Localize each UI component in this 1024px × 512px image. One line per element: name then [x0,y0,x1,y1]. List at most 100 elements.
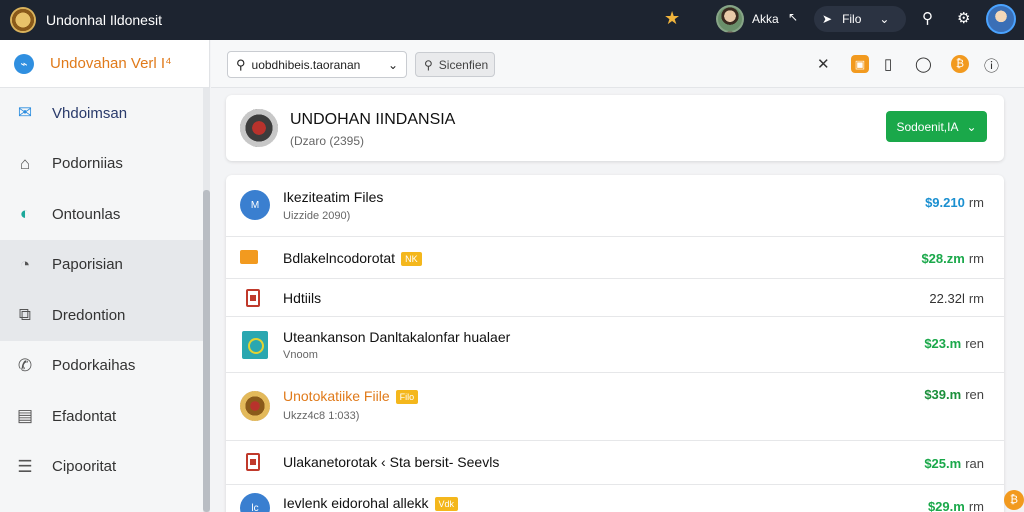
app-logo-icon: ⌁ [14,53,34,74]
page-subtitle: (Dzaro (2395) [290,134,365,148]
sidebar-item-vhdoimsan[interactable]: ✉ Vhdoimsan [0,88,209,139]
search-icon: ⚲ [424,57,433,72]
seal-logo-icon [10,7,36,33]
list-item-title: Hdtiils [283,290,322,306]
search-button-label: Sicenfien [438,57,489,72]
sidebar: ⌁ Undovahan Verl I⁴ ✉ Vhdoimsan ⌂ Podorn… [0,40,210,512]
sidebar-item-label: Paporisian [52,256,123,274]
user-avatar[interactable] [716,5,744,33]
list-item[interactable]: Unotokatiike Fiile Filo Ukzz4c8 1:033) $3… [226,373,1004,441]
user-name[interactable]: Akka [752,12,779,26]
list-item-title: Ievlenk eidorohal allekk Vdk [283,495,459,511]
toolbar: ⚲ ⌄ ⚲ Sicenfien ✕ ▣ ▯ ◯ ₿ ⓘ [211,40,1024,88]
list-item-value: $23.m ren [924,336,984,351]
file-icon[interactable]: ▯ [884,55,892,73]
list-icon: ☰ [17,456,33,476]
file-blue-icon: lc [240,493,270,512]
list-item[interactable]: Hdtiils 22.32l rm [226,279,1004,317]
sidebar-item-label: Ontounlas [52,205,121,223]
leaf-icon: ◐ [19,204,31,224]
top-bar: Undonhal Ildonesit ★ Akka ↖ ➤ Filo ⌄ ⚲ ⚙ [0,0,1024,40]
app-title: Undonhal Ildonesit [46,12,162,28]
star-icon[interactable]: ★ [664,8,680,29]
document-icon: ▤ [16,406,34,426]
info-icon[interactable]: ⓘ [984,55,999,76]
sidebar-item-label: Cipooritat [52,458,117,476]
list-item[interactable]: M Ikeziteatim Files Uizzide 2090) $9.210… [226,175,1004,237]
page-title: UNDOHAN IINDANSIA [290,111,456,128]
list-item-value: $28.zm rm [921,251,984,266]
home-icon: ⌂ [19,153,31,173]
list-item-title: Bdlakelncodorotat NK [283,250,422,266]
list-item-subtitle: Uizzide 2090) [283,210,351,222]
sidebar-item-cipooritat[interactable]: ☰ Cipooritat [0,442,209,493]
list-item-value: $29.m rm [927,499,984,512]
sidebar-item-label: Podorniias [52,155,123,173]
image-icon [242,331,268,359]
close-icon[interactable]: ✕ [817,55,830,73]
gear-icon[interactable]: ⚙ [957,9,970,27]
seal-icon [240,391,270,421]
coin-icon[interactable]: ₿ [1004,490,1024,510]
emblem-icon [240,109,278,147]
search-button[interactable]: ⚲ Sicenfien [415,52,495,77]
list-item[interactable]: Bdlakelncodorotat NK $28.zm rm [226,237,1004,279]
scrollbar-thumb[interactable] [203,190,210,512]
sidebar-header: ⌁ Undovahan Verl I⁴ [0,40,209,88]
sidebar-item-label: Dredontion [52,306,126,324]
sidebar-item-podorkaihas[interactable]: ✆ Podorkaihas [0,341,209,392]
chevron-down-icon: ⌄ [966,119,977,134]
search-icon[interactable]: ⚲ [922,9,933,27]
cursor-icon: ↖ [788,10,799,24]
sidebar-title: Undovahan Verl I⁴ [50,55,172,72]
item-badge: NK [401,252,422,266]
sidebar-scrollbar[interactable] [203,88,210,512]
item-badge: Filo [395,390,419,404]
list-item-subtitle: Vnoom [283,349,318,361]
copy-icon: ⧉ [18,305,32,325]
sidebar-item-dredontion[interactable]: ⧉ Dredontion [0,290,209,341]
document-red-icon [246,289,260,307]
search-box[interactable]: ⚲ ⌄ [227,51,407,78]
list-item-value: 22.32l rm [929,291,984,306]
bookmark-icon[interactable]: ▣ [851,55,869,73]
list-item-value: $9.210 rm [925,195,984,210]
sidebar-item-label: Podorkaihas [52,357,136,375]
mail-icon: ✉ [17,103,33,123]
sidebar-item-label: Efadontat [52,407,117,425]
list-item[interactable]: Ulakanetorotak ‹ Sta bersit- Seevls $25.… [226,441,1004,485]
file-menu[interactable]: ➤ Filo ⌄ [814,6,906,32]
search-input[interactable] [251,57,382,72]
document-red-icon [246,453,260,471]
sidebar-item-paporisian[interactable]: ◔ Paporisian [0,239,209,290]
header-card: UNDOHAN IINDANSIA (Dzaro (2395) Sodoenit… [226,95,1004,161]
file-menu-label: Filo [842,12,862,26]
sidebar-item-ontounlas[interactable]: ◐ Ontounlas [0,189,209,240]
profile-avatar[interactable] [986,4,1016,34]
sidebar-item-podorniias[interactable]: ⌂ Podorniias [0,139,209,190]
list-item-value: $25.m ran [924,456,984,471]
tag-icon: ◔ [19,254,31,274]
phone-icon: ✆ [17,355,33,375]
coin-icon[interactable]: ₿ [951,55,969,73]
list-item[interactable]: lc Ievlenk eidorohal allekk Vdk $29.m rm [226,485,1004,512]
file-list: M Ikeziteatim Files Uizzide 2090) $9.210… [226,175,1004,512]
list-item-title: Unotokatiike Fiile Filo [283,388,419,404]
chevron-down-icon: ⌄ [879,12,890,26]
list-item-title: Ikeziteatim Files [283,189,384,205]
list-item[interactable]: Uteankanson Danltakalonfar hualaer Vnoom… [226,317,1004,373]
list-item-title: Uteankanson Danltakalonfar hualaer [283,329,511,345]
chevron-down-icon[interactable]: ⌄ [388,58,398,72]
search-icon: ⚲ [236,56,246,72]
item-badge: Vdk [434,497,459,511]
chat-icon[interactable]: ◯ [915,55,932,73]
list-item-subtitle: Ukzz4c8 1:033) [283,410,360,422]
sidebar-item-label: Vhdoimsan [52,104,128,122]
list-item-title: Ulakanetorotak ‹ Sta bersit- Seevls [283,454,500,470]
sidebar-item-efadontat[interactable]: ▤ Efadontat [0,391,209,442]
submit-button[interactable]: Sodoenit,IA ⌄ [886,111,987,142]
send-icon: ➤ [822,12,833,26]
submit-button-label: Sodoenit,IA [896,119,959,134]
folder-icon [240,250,258,264]
list-item-value: $39.m ren [924,387,984,402]
